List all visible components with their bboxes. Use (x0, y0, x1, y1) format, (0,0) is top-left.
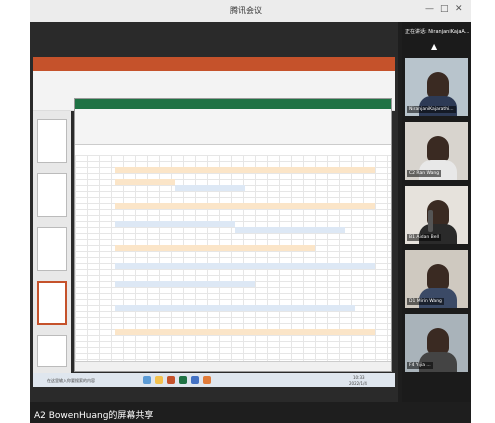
taskbar-app-icon[interactable] (143, 376, 151, 384)
minimize-button[interactable]: — (425, 4, 434, 14)
participant-video-tile[interactable]: NiranjaniKajarathi... (405, 58, 468, 116)
highlight-row (115, 245, 315, 251)
excel-statusbar (75, 361, 391, 371)
slide-thumbnail[interactable] (37, 335, 67, 367)
taskbar-app-icon[interactable] (191, 376, 199, 384)
participant-avatar (427, 264, 449, 290)
slide-thumbnail-selected[interactable] (37, 281, 67, 325)
slide-thumbnail-panel (33, 111, 71, 373)
taskbar-app-icon[interactable] (203, 376, 211, 384)
taskbar-search-input[interactable]: 在这里输入你要搜索的内容 (47, 378, 95, 384)
slide-thumbnail[interactable] (37, 227, 67, 271)
participant-avatar (427, 328, 449, 354)
highlight-row (115, 281, 255, 287)
highlight-row (115, 221, 235, 227)
screen-share-label: A2 BowenHuang的屏幕共享 (34, 411, 154, 421)
panel-collapse-handle[interactable] (428, 210, 433, 232)
speaking-indicator: 正在讲话: NiranjaniKajaA... (405, 29, 470, 35)
meeting-title: 腾讯会议 (230, 6, 262, 15)
scroll-up-icon[interactable]: ▲ (431, 42, 437, 51)
taskbar-date: 2022/1/4 (349, 381, 367, 386)
taskbar-time: 10:33 (353, 375, 365, 380)
participant-avatar (427, 72, 449, 98)
highlight-row (235, 227, 345, 233)
participant-name: D1 Mirin Wang (407, 298, 444, 305)
highlight-row (115, 305, 355, 311)
shared-screen: 在这里输入你要搜索的内容 10:33 2022/1/4 (30, 22, 398, 402)
excel-window (74, 98, 392, 372)
meeting-window: 腾讯会议 — □ ✕ 在这里输入你要搜索的内容 10:33 2022/1/4 A… (30, 0, 471, 423)
windows-taskbar: 在这里输入你要搜索的内容 10:33 2022/1/4 (33, 373, 395, 387)
participant-name: C2 Ran Wang (407, 170, 442, 177)
participant-avatar (427, 136, 449, 162)
taskbar-app-icon[interactable] (167, 376, 175, 384)
highlight-row (175, 185, 245, 191)
highlight-row (115, 179, 175, 185)
participant-video-tile[interactable]: B1 Aidan Bell (405, 186, 468, 244)
maximize-button[interactable]: □ (440, 4, 449, 14)
powerpoint-titlebar (33, 57, 395, 71)
highlight-row (115, 167, 375, 173)
participants-panel: 正在讲话: NiranjaniKajaA... ▲ NiranjaniKajar… (402, 22, 471, 402)
close-button[interactable]: ✕ (455, 4, 463, 14)
participant-name: F4 Yijia ... (407, 362, 433, 369)
highlight-row (115, 203, 375, 209)
excel-titlebar (75, 99, 391, 109)
taskbar-app-icon[interactable] (155, 376, 163, 384)
participant-video-tile[interactable]: F4 Yijia ... (405, 314, 468, 372)
slide-thumbnail[interactable] (37, 173, 67, 217)
participant-video-tile[interactable]: D1 Mirin Wang (405, 250, 468, 308)
taskbar-app-icon[interactable] (179, 376, 187, 384)
excel-ribbon (75, 109, 391, 145)
participant-name: NiranjaniKajarathi... (407, 106, 456, 113)
participant-name: B1 Aidan Bell (407, 234, 441, 241)
highlight-row (115, 263, 375, 269)
spreadsheet-grid[interactable] (75, 155, 391, 361)
participant-video-tile[interactable]: C2 Ran Wang (405, 122, 468, 180)
meeting-titlebar: 腾讯会议 — □ ✕ (30, 0, 471, 22)
slide-thumbnail[interactable] (37, 119, 67, 163)
highlight-row (115, 329, 375, 335)
